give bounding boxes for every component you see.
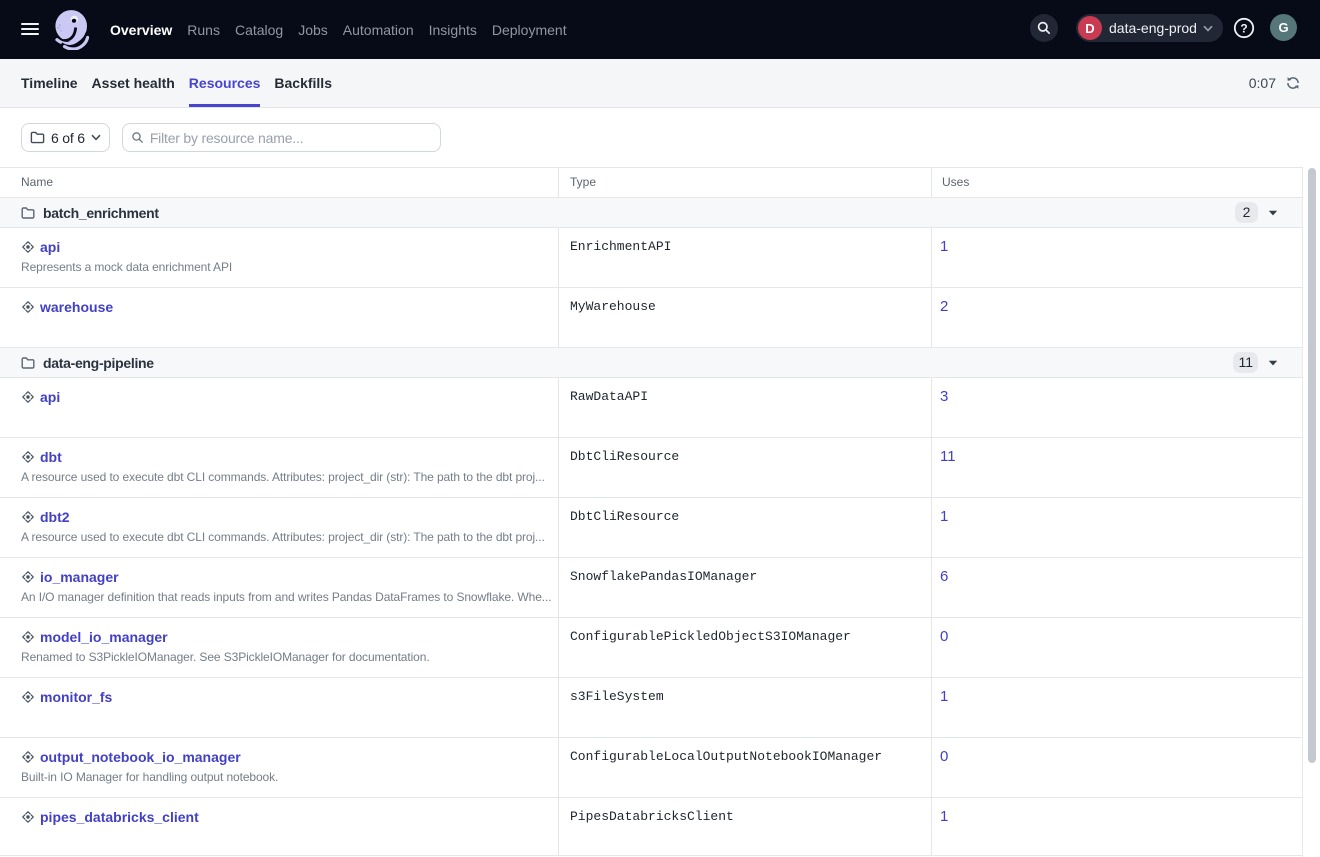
svg-text:?: ? bbox=[1240, 21, 1247, 35]
